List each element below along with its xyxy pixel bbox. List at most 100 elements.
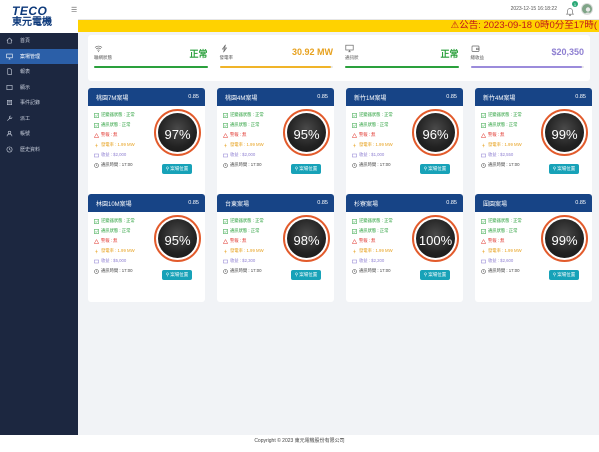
sidebar-nav: 首頁 案場管理 報表 顯示 事件記錄 派工 帳號 歷史資料 <box>0 33 78 157</box>
site-revenue-text: 收益 : $1,000 <box>359 152 385 157</box>
site-time-row: 通訊時間 : 17:00 <box>352 268 391 274</box>
site-location-button[interactable]: ⚲ 案場位置 <box>549 164 579 174</box>
site-inverter-text: 逆變器狀態 : 正常 <box>359 112 393 117</box>
site-location-label: 案場位置 <box>299 272 318 277</box>
site-time-text: 通訊時間 : 17:00 <box>101 268 133 273</box>
site-power-text: 發電率 : 1.99 MW <box>230 142 264 147</box>
sidebar-item-4[interactable]: 事件記錄 <box>0 95 78 111</box>
check-square-icon <box>223 228 228 234</box>
site-revenue-row: 收益 : $2,600 <box>481 258 513 264</box>
site-alert-text: 警報 : 無 <box>230 238 247 243</box>
summary-value: $20,350 <box>551 47 584 57</box>
site-performance-gauge: 99% <box>541 215 588 262</box>
site-power-text: 發電率 : 1.99 MW <box>488 142 522 147</box>
money-icon <box>94 153 99 158</box>
wallet-icon <box>471 40 480 52</box>
site-location-button[interactable]: ⚲ 案場位置 <box>549 270 579 280</box>
site-inverter-row: 逆變器狀態 : 正常 <box>352 112 393 118</box>
summary-item-3: 總收益 $20,350 <box>465 35 591 81</box>
site-name: 林園10M案場 <box>96 201 132 208</box>
site-comm-row: 通訊狀態 : 正常 <box>223 122 259 128</box>
money-icon <box>352 153 357 158</box>
sidebar-item-5[interactable]: 派工 <box>0 111 78 127</box>
site-revenue-text: 收益 : $2,600 <box>488 258 514 263</box>
site-power-row: 發電率 : 1.99 MW <box>94 248 135 254</box>
site-location-button[interactable]: ⚲ 案場位置 <box>291 164 321 174</box>
menu-toggle-icon[interactable]: ☰ <box>71 6 77 14</box>
site-location-label: 案場位置 <box>170 166 189 171</box>
notification-count-badge: 1 <box>572 1 578 7</box>
sidebar-item-7[interactable]: 歷史資料 <box>0 142 78 158</box>
summary-value: 正常 <box>189 49 208 59</box>
site-percent: 95% <box>293 126 320 142</box>
gauge-dial: 97% <box>158 113 197 152</box>
check-square-icon <box>481 228 486 234</box>
check-square-icon <box>352 112 357 118</box>
site-name: 桃園7M案場 <box>96 95 129 102</box>
site-alert-row: 警報 : 無 <box>352 238 375 244</box>
sidebar-item-1[interactable]: 案場管理 <box>0 48 78 64</box>
gauge-dial: 100% <box>416 219 455 258</box>
gauge-dial: 98% <box>287 219 326 258</box>
announcement-text: ⚠公告: 2023-09-18 0時0分至17時( <box>450 20 597 31</box>
user-avatar[interactable] <box>581 3 593 15</box>
site-alert-row: 警報 : 無 <box>223 238 246 244</box>
site-alert-text: 警報 : 無 <box>488 132 505 137</box>
site-inverter-row: 逆變器狀態 : 正常 <box>352 218 393 224</box>
gauge-dial: 99% <box>545 113 584 152</box>
clock-icon <box>223 268 228 274</box>
check-square-icon <box>94 228 99 234</box>
site-card-header: 新竹1M案場 0.85 <box>346 88 463 106</box>
site-alert-text: 警報 : 無 <box>488 238 505 243</box>
site-name: 杉寮案場 <box>354 201 379 208</box>
site-time-row: 通訊時間 : 17:00 <box>481 162 520 168</box>
check-square-icon <box>94 112 99 118</box>
teco-logo[interactable]: TECO 東元電機 <box>0 0 78 33</box>
site-location-button[interactable]: ⚲ 案場位置 <box>162 270 192 280</box>
summary-label: 聯網狀態 <box>94 55 112 60</box>
sidebar-item-3[interactable]: 顯示 <box>0 80 78 96</box>
document-icon <box>5 68 13 76</box>
site-performance-gauge: 98% <box>283 215 330 262</box>
summary-progress-bar <box>219 66 333 68</box>
clock-icon <box>94 268 99 274</box>
site-location-button[interactable]: ⚲ 案場位置 <box>420 164 450 174</box>
site-card: 桃園4M案場 0.85 逆變器狀態 : 正常 通訊狀態 : 正常 警報 : 無發電率 :… <box>217 88 334 196</box>
sidebar-item-6[interactable]: 帳號 <box>0 126 78 142</box>
site-comm-row: 通訊狀態 : 正常 <box>481 122 517 128</box>
site-card-body: 逆變器狀態 : 正常 通訊狀態 : 正常 警報 : 無發電率 : 1.99 MW 收益… <box>88 212 205 302</box>
site-card-header: 桃園7M案場 0.85 <box>88 88 205 106</box>
site-location-button[interactable]: ⚲ 案場位置 <box>291 270 321 280</box>
sidebar-item-2[interactable]: 報表 <box>0 64 78 80</box>
site-location-button[interactable]: ⚲ 案場位置 <box>420 270 450 280</box>
site-comm-text: 通訊狀態 : 正常 <box>230 122 260 127</box>
site-inverter-text: 逆變器狀態 : 正常 <box>488 112 522 117</box>
notification-bell-icon[interactable]: 1 <box>565 1 578 17</box>
site-performance-gauge: 96% <box>412 109 459 156</box>
warning-icon <box>352 238 357 244</box>
site-power-text: 發電率 : 1.99 MW <box>101 248 135 253</box>
bolt-icon <box>94 248 99 254</box>
summary-progress-bar <box>94 66 208 68</box>
top-header: ☰ 2023-12-15 16:18:22 1 <box>71 0 599 20</box>
site-comm-row: 通訊狀態 : 正常 <box>481 228 517 234</box>
site-location-button[interactable]: ⚲ 案場位置 <box>162 164 192 174</box>
site-performance-gauge: 95% <box>154 215 201 262</box>
history-icon <box>5 145 13 153</box>
check-square-icon <box>481 112 486 118</box>
money-icon <box>94 259 99 264</box>
site-power-row: 發電率 : 1.99 MW <box>352 142 393 148</box>
check-square-icon <box>352 122 357 128</box>
site-card-header: 杉寮案場 0.85 <box>346 194 463 212</box>
site-percent: 95% <box>164 232 191 248</box>
site-time-text: 通訊時間 : 17:00 <box>230 162 262 167</box>
site-revenue-row: 收益 : $2,550 <box>481 152 513 158</box>
home-icon <box>5 37 13 45</box>
site-alert-row: 警報 : 無 <box>94 238 117 244</box>
announcement-marquee: ⚠公告: 2023-09-18 0時0分至17時( <box>78 20 599 32</box>
sidebar-item-0[interactable]: 首頁 <box>0 33 78 49</box>
site-time-row: 通訊時間 : 17:00 <box>352 162 391 168</box>
summary-item-2: 通訊狀 正常 <box>339 35 465 81</box>
summary-value: 30.92 MW <box>291 47 333 57</box>
sidebar: TECO 東元電機 首頁 案場管理 報表 顯示 事件記錄 派工 帳號 歷史資料 <box>0 0 78 435</box>
